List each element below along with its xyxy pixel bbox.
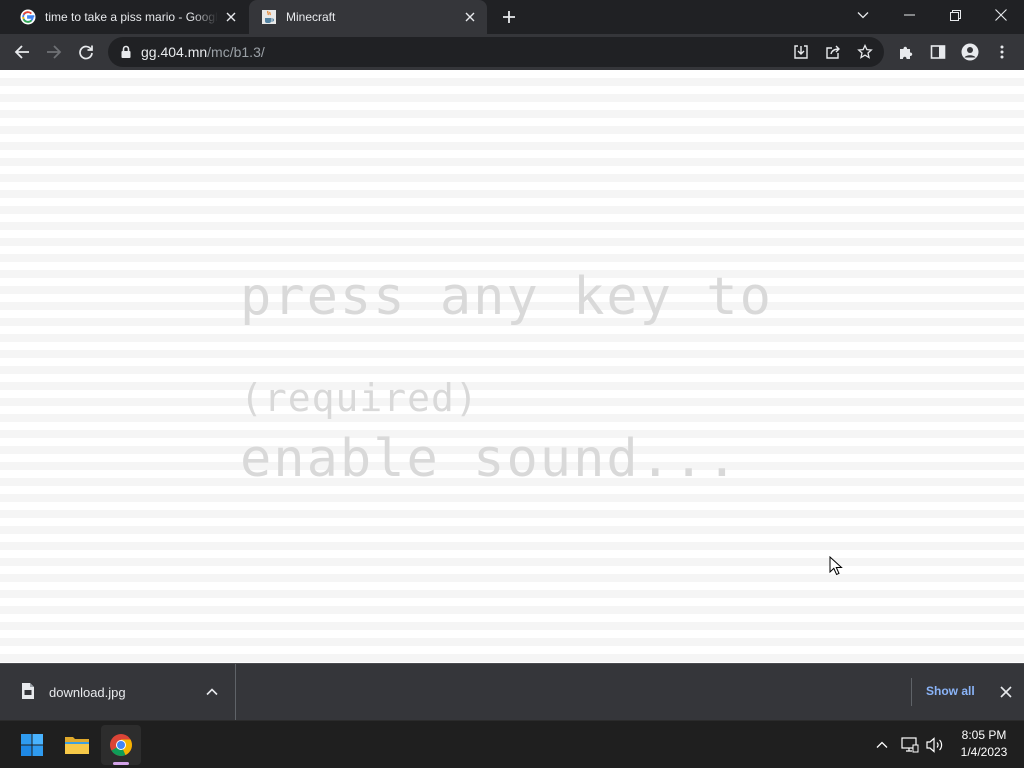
chevron-up-icon [206,688,218,696]
url-host: gg.404.mn [141,44,208,60]
bookmark-star-icon [857,44,873,59]
restore-icon [949,9,961,21]
download-file-name[interactable]: download.jpg [49,685,126,700]
install-app-icon [794,45,808,59]
tab-close-icon[interactable] [461,8,479,26]
side-panel-icon [930,45,946,59]
reload-button[interactable] [72,38,100,66]
prompt-line-1: press any key to [240,267,773,327]
address-bar[interactable]: gg.404.mn/mc/b1.3/ [108,37,884,67]
network-button[interactable] [900,735,920,755]
install-app-button[interactable] [789,40,813,64]
share-icon [826,45,840,59]
show-hidden-icons-button[interactable] [872,735,892,755]
java-cup-icon [261,9,277,25]
kebab-menu-icon [1000,45,1004,59]
windows-taskbar: 8:05 PM 1/4/2023 [0,720,1024,768]
forward-arrow-icon [47,45,62,59]
file-explorer-icon [65,737,89,754]
profile-icon [961,43,979,61]
network-icon [901,737,919,753]
mouse-cursor-icon [829,556,843,576]
windows-start-icon [21,734,43,756]
download-item[interactable]: download.jpg [0,664,236,720]
close-icon [1000,686,1012,698]
minimize-button[interactable] [886,0,932,30]
chevron-up-icon [876,741,888,748]
start-button[interactable] [12,725,52,765]
shelf-divider [911,678,912,706]
tab-title: Minecraft [286,10,336,24]
minimize-icon [903,14,915,16]
tab-search-button[interactable] [840,0,886,30]
volume-button[interactable] [925,735,945,755]
chevron-down-icon [857,12,869,19]
minecraft-page[interactable]: press any key to enable sound... (requir… [0,70,1024,663]
required-note: (required) [240,376,479,420]
url-text[interactable]: gg.404.mn/mc/b1.3/ [141,44,265,60]
clock-time: 8:05 PM [961,728,1007,742]
url-path: /mc/b1.3/ [207,44,265,60]
close-icon [995,9,1007,21]
image-file-icon [22,683,34,699]
lock-icon[interactable] [118,44,134,60]
extensions-icon [900,46,913,59]
show-all-downloads-link[interactable]: Show all [926,684,975,698]
back-arrow-icon [14,45,29,59]
download-options-button[interactable] [203,683,221,701]
restore-button[interactable] [932,0,978,30]
tab-strip: time to take a piss mario - Google Searc… [0,0,1024,34]
forward-button[interactable] [40,38,68,66]
file-explorer-button[interactable] [57,725,97,765]
side-panel-button[interactable] [924,38,952,66]
plus-icon [503,11,515,23]
download-shelf: download.jpg Show all [0,663,1024,720]
volume-icon [926,737,943,753]
reload-icon [79,45,93,60]
share-button[interactable] [821,40,845,64]
back-button[interactable] [8,38,36,66]
clock-date: 1/4/2023 [960,745,1008,759]
profile-button[interactable] [956,38,984,66]
chrome-icon [110,734,132,756]
system-clock[interactable]: 8:05 PM 1/4/2023 [952,727,1016,761]
tab-google-search[interactable]: time to take a piss mario - Google Searc… [8,0,248,34]
close-shelf-button[interactable] [997,683,1015,701]
bookmark-button[interactable] [853,40,877,64]
tab-minecraft[interactable]: Minecraft [249,0,487,34]
extensions-button[interactable] [892,38,920,66]
browser-toolbar: gg.404.mn/mc/b1.3/ [0,34,1024,70]
chrome-taskbar-button[interactable] [101,725,141,765]
tab-title: time to take a piss mario - Google Searc… [45,10,218,24]
close-window-button[interactable] [978,0,1024,30]
prompt-line-2: enable sound... [240,429,740,489]
new-tab-button[interactable] [497,5,521,29]
google-g-icon [20,9,36,25]
browser-menu-button[interactable] [988,38,1016,66]
active-app-indicator [113,762,129,765]
tab-close-icon[interactable] [222,8,240,26]
